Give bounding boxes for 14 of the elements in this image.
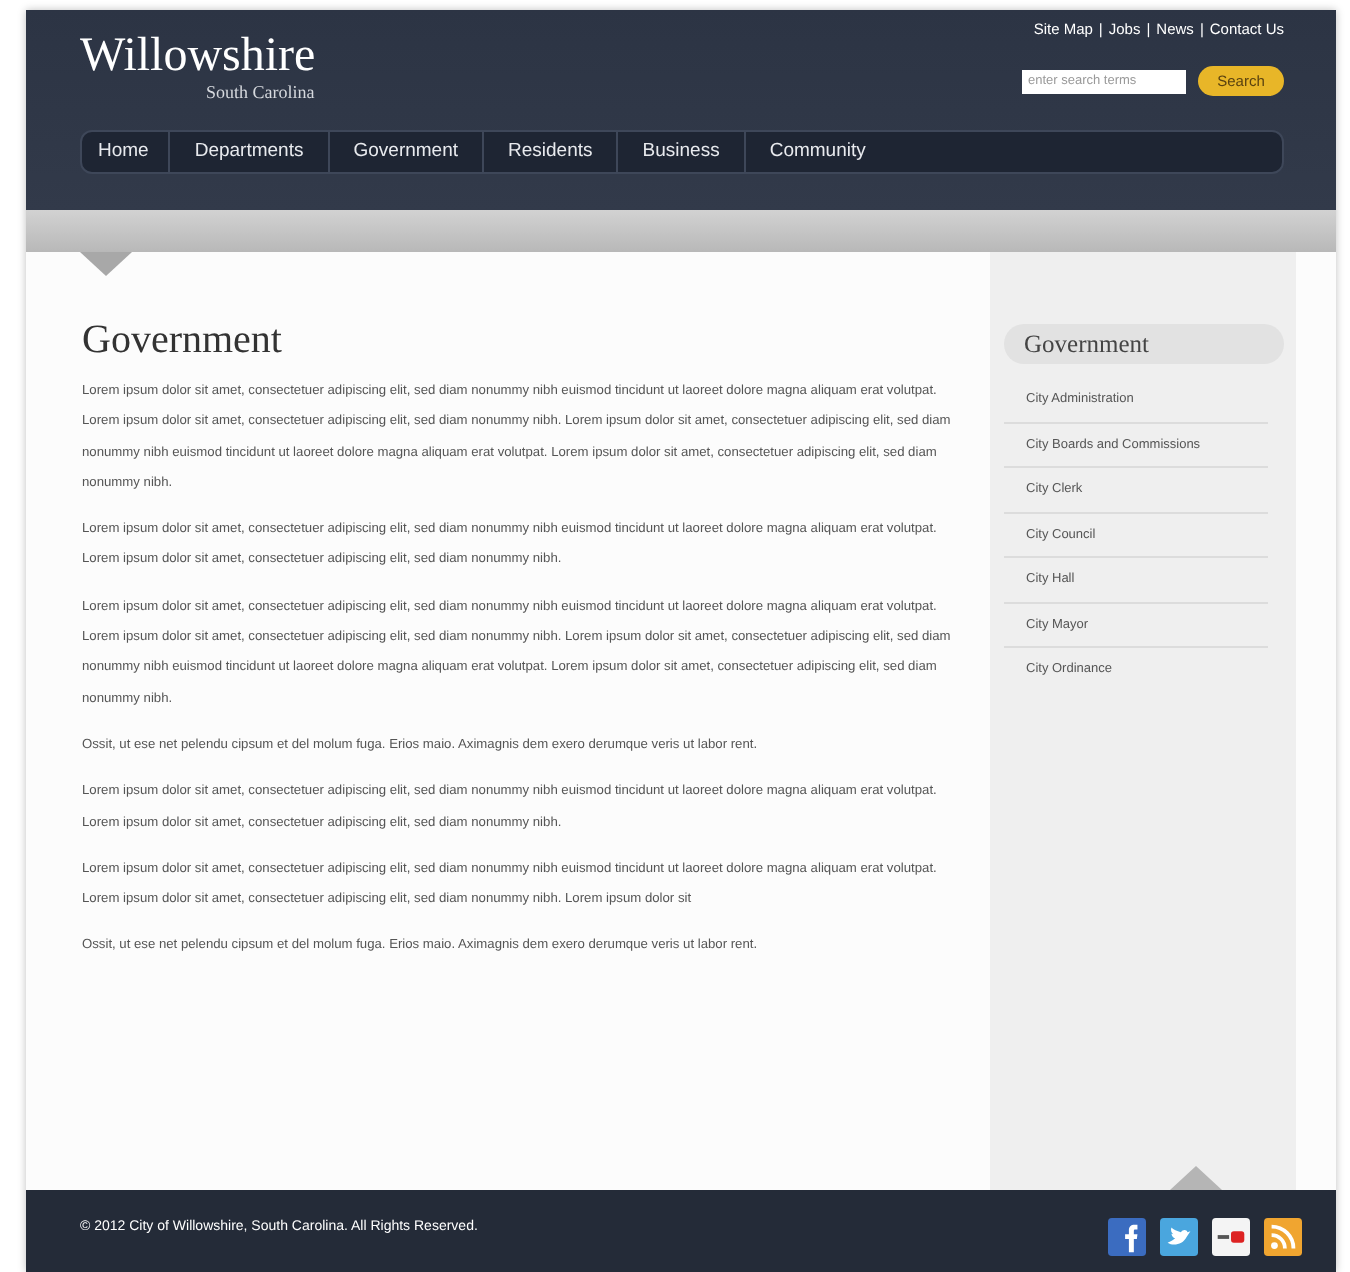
pointer-icon (80, 252, 132, 276)
nav-item[interactable]: Departments (170, 132, 330, 172)
site-tagline: South Carolina (206, 82, 316, 102)
nav-item[interactable]: Residents (484, 132, 619, 172)
bird-icon[interactable] (1160, 1218, 1198, 1256)
page-title: Government (82, 316, 284, 364)
pointer-icon (1170, 1166, 1222, 1190)
nav-item[interactable]: Home (82, 132, 171, 172)
nav-item[interactable]: Business (618, 132, 746, 172)
site-logo[interactable]: Willowshire (80, 30, 316, 82)
nav-item[interactable]: Community (745, 132, 890, 172)
video-icon[interactable] (1212, 1218, 1250, 1256)
sidebar-title: Government (1004, 324, 1284, 364)
nav-item[interactable]: Government (329, 132, 485, 172)
